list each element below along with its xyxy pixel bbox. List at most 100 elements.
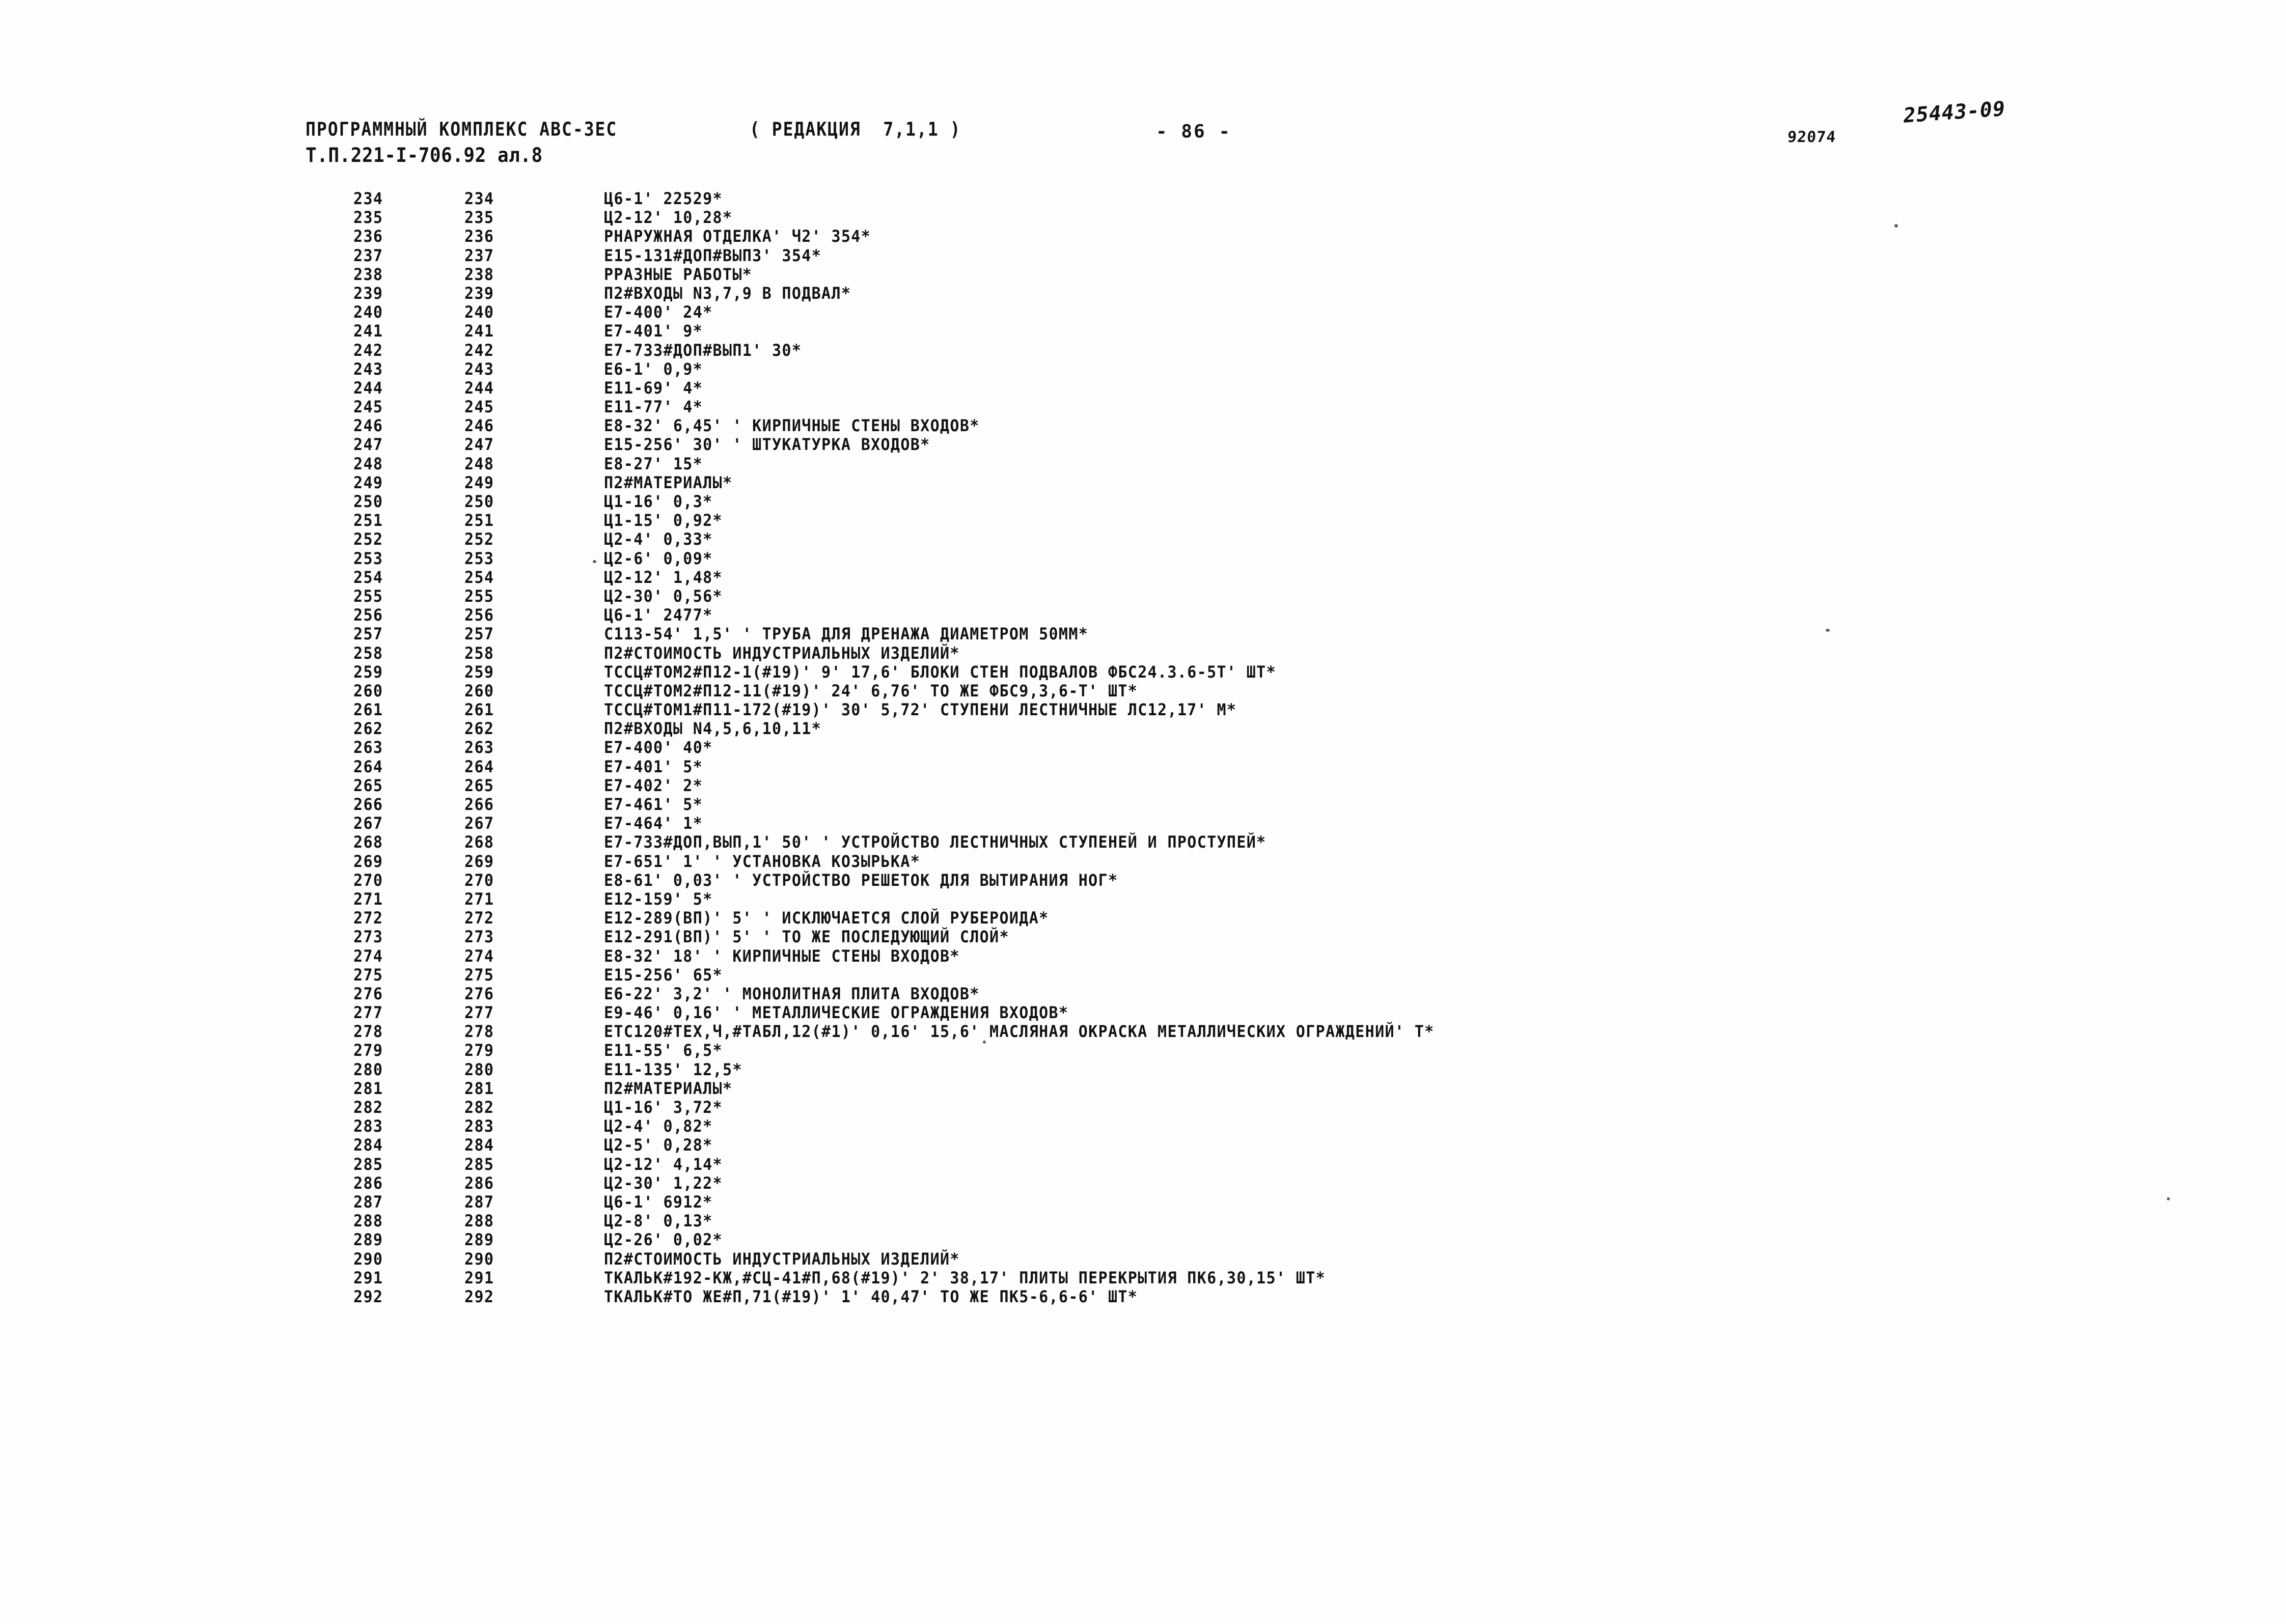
row-line-number: 284 (464, 1136, 494, 1156)
row-line-number: 272 (464, 909, 494, 928)
row-sequence-number: 283 (353, 1117, 383, 1136)
row-sequence-number: 248 (353, 454, 383, 474)
row-line-number: 260 (464, 681, 494, 701)
row-sequence-number: 278 (353, 1022, 383, 1042)
row-source-text: Е7-651' 1' ' УСТАНОВКА КОЗЫРЬКА* (604, 852, 921, 872)
row-line-number: 288 (464, 1212, 494, 1231)
source-listing: 234 234 Ц6-1' 22529* 235 235 Ц2-12' 10,28* 236… (0, 189, 2286, 1307)
listing-row: 279 279 Е11-55' 6,5* (0, 1041, 2286, 1060)
listing-row: 247 247 Е15-256' 30' ' ШТУКАТУРКА ВХОДОВ* (0, 435, 2286, 455)
listing-row: 255 255 Ц2-30' 0,56* (0, 587, 2286, 606)
listing-row: 274 274 Е8-32' 18' ' КИРПИЧНЫЕ СТЕНЫ ВХОДО… (0, 947, 2286, 966)
project-code: Т.П.221-I-706.92 ал.8 (306, 144, 543, 167)
row-sequence-number: 280 (353, 1060, 383, 1080)
row-source-text: Е8-32' 6,45' ' КИРПИЧНЫЕ СТЕНЫ ВХОДОВ* (604, 416, 980, 436)
listing-row: 288 288 Ц2-8' 0,13* (0, 1212, 2286, 1231)
scan-speck (1894, 224, 1898, 228)
row-sequence-number: 290 (353, 1249, 383, 1269)
row-line-number: 246 (464, 416, 494, 436)
listing-row: 265 265 Е7-402' 2* (0, 776, 2286, 796)
row-sequence-number: 238 (353, 265, 383, 285)
listing-row: 281 281 П2#МАТЕРИАЛЫ* (0, 1079, 2286, 1099)
row-source-text: П2#МАТЕРИАЛЫ* (604, 1079, 733, 1099)
listing-row: 246 246 Е8-32' 6,45' ' КИРПИЧНЫЕ СТЕНЫ ВХО… (0, 416, 2286, 436)
row-source-text: Е7-400' 40* (604, 738, 713, 758)
row-line-number: 267 (464, 814, 494, 833)
row-source-text: Ц6-1' 22529* (604, 189, 723, 209)
listing-row: 258 258 П2#СТОИМОСТЬ ИНДУСТРИАЛЬНЫХ ИЗДЕЛИ… (0, 644, 2286, 663)
listing-row: 238 238 РРАЗНЫЕ РАБОТЫ* (0, 265, 2286, 285)
row-line-number: 262 (464, 719, 494, 739)
row-line-number: 266 (464, 795, 494, 815)
row-sequence-number: 266 (353, 795, 383, 815)
row-source-text: Ц1-15' 0,92* (604, 511, 723, 530)
listing-row: 270 270 Е8-61' 0,03' ' УСТРОЙСТВО РЕШЕТОК … (0, 871, 2286, 890)
row-sequence-number: 246 (353, 416, 383, 436)
archive-stamp: 25443-09 (1902, 97, 2007, 128)
row-sequence-number: 260 (353, 681, 383, 701)
row-line-number: 251 (464, 511, 494, 530)
row-source-text: Е7-464' 1* (604, 814, 703, 833)
row-sequence-number: 277 (353, 1003, 383, 1023)
row-source-text: ТКАЛЬК#192-КЖ,#СЦ-41#П,68(#19)' 2' 38,17… (604, 1268, 1326, 1288)
row-sequence-number: 244 (353, 378, 383, 398)
row-source-text: Е6-1' 0,9* (604, 359, 703, 379)
row-sequence-number: 255 (353, 586, 383, 606)
row-source-text: ТССЦ#ТОМ2#П12-1(#19)' 9' 17,6' БЛОКИ СТЕ… (604, 662, 1276, 682)
row-source-text: П2#СТОИМОСТЬ ИНДУСТРИАЛЬНЫХ ИЗДЕЛИЙ* (604, 643, 960, 663)
row-source-text: П2#СТОИМОСТЬ ИНДУСТРИАЛЬНЫХ ИЗДЕЛИЙ* (604, 1249, 960, 1269)
listing-row: 263 263 Е7-400' 40* (0, 738, 2286, 758)
row-source-text: Е12-291(ВП)' 5' ' ТО ЖЕ ПОСЛЕДУЮЩИЙ СЛОЙ… (604, 928, 1009, 947)
listing-row: 285 285 Ц2-12' 4,14* (0, 1155, 2286, 1174)
row-source-text: Ц6-1' 6912* (604, 1192, 713, 1212)
document-page: ПРОГРАММНЫЙ КОМПЛЕКС АВС-3ЕС ( РЕДАКЦИЯ … (0, 0, 2286, 1624)
row-sequence-number: 288 (353, 1212, 383, 1231)
row-line-number: 241 (464, 322, 494, 342)
listing-row: 260 260 ТССЦ#ТОМ2#П12-11(#19)' 24' 6,76' Т… (0, 682, 2286, 701)
row-source-text: Ц2-4' 0,33* (604, 530, 713, 550)
row-line-number: 286 (464, 1173, 494, 1193)
listing-row: 262 262 П2#ВХОДЫ N4,5,6,10,11* (0, 719, 2286, 739)
row-line-number: 273 (464, 928, 494, 947)
listing-row: 277 277 Е9-46' 0,16' ' МЕТАЛЛИЧЕСКИЕ ОГРАЖ… (0, 1003, 2286, 1023)
row-sequence-number: 289 (353, 1230, 383, 1250)
listing-row: 261 261 ТССЦ#ТОМ1#П11-172(#19)' 30' 5,72' … (0, 701, 2286, 720)
listing-row: 267 267 Е7-464' 1* (0, 814, 2286, 833)
row-sequence-number: 240 (353, 303, 383, 322)
row-line-number: 234 (464, 189, 494, 209)
row-sequence-number: 235 (353, 208, 383, 228)
row-sequence-number: 247 (353, 435, 383, 455)
row-source-text: ТКАЛЬК#ТО ЖЕ#П,71(#19)' 1' 40,47' ТО ЖЕ … (604, 1287, 1138, 1307)
listing-row: 282 282 Ц1-16' 3,72* (0, 1098, 2286, 1117)
listing-row: 256 256 Ц6-1' 2477* (0, 606, 2286, 625)
row-line-number: 249 (464, 473, 494, 493)
row-sequence-number: 258 (353, 643, 383, 663)
listing-row: 290 290 П2#СТОИМОСТЬ ИНДУСТРИАЛЬНЫХ ИЗДЕЛИ… (0, 1250, 2286, 1269)
row-source-text: Е7-402' 2* (604, 776, 703, 796)
listing-row: 245 245 Е11-77' 4* (0, 398, 2286, 417)
row-source-text: Е6-22' 3,2' ' МОНОЛИТНАЯ ПЛИТА ВХОДОВ* (604, 984, 980, 1004)
row-source-text: Е11-135' 12,5* (604, 1060, 742, 1080)
row-sequence-number: 270 (353, 871, 383, 890)
row-line-number: 268 (464, 833, 494, 853)
row-line-number: 255 (464, 586, 494, 606)
row-sequence-number: 237 (353, 246, 383, 266)
row-source-text: Е7-733#ДОП#ВЫП1' 30* (604, 341, 802, 360)
listing-row: 241 241 Е7-401' 9* (0, 322, 2286, 341)
row-sequence-number: 281 (353, 1079, 383, 1099)
row-source-text: Е7-733#ДОП,ВЫП,1' 50' ' УСТРОЙСТВО ЛЕСТН… (604, 833, 1266, 853)
listing-row: 264 264 Е7-401' 5* (0, 758, 2286, 777)
row-sequence-number: 241 (353, 322, 383, 342)
listing-row: 236 236 РНАРУЖНАЯ ОТДЕЛКА' Ч2' 354* (0, 227, 2286, 246)
row-line-number: 265 (464, 776, 494, 796)
row-sequence-number: 272 (353, 909, 383, 928)
row-source-text: Ц2-30' 1,22* (604, 1173, 723, 1193)
row-source-text: Ц2-30' 0,56* (604, 586, 723, 606)
listing-row: 234 234 Ц6-1' 22529* (0, 189, 2286, 209)
listing-row: 244 244 Е11-69' 4* (0, 379, 2286, 398)
program-title: ПРОГРАММНЫЙ КОМПЛЕКС АВС-3ЕС (306, 118, 618, 141)
row-line-number: 279 (464, 1041, 494, 1061)
row-source-text: Ц2-8' 0,13* (604, 1212, 713, 1231)
row-sequence-number: 257 (353, 625, 383, 645)
row-sequence-number: 245 (353, 398, 383, 417)
